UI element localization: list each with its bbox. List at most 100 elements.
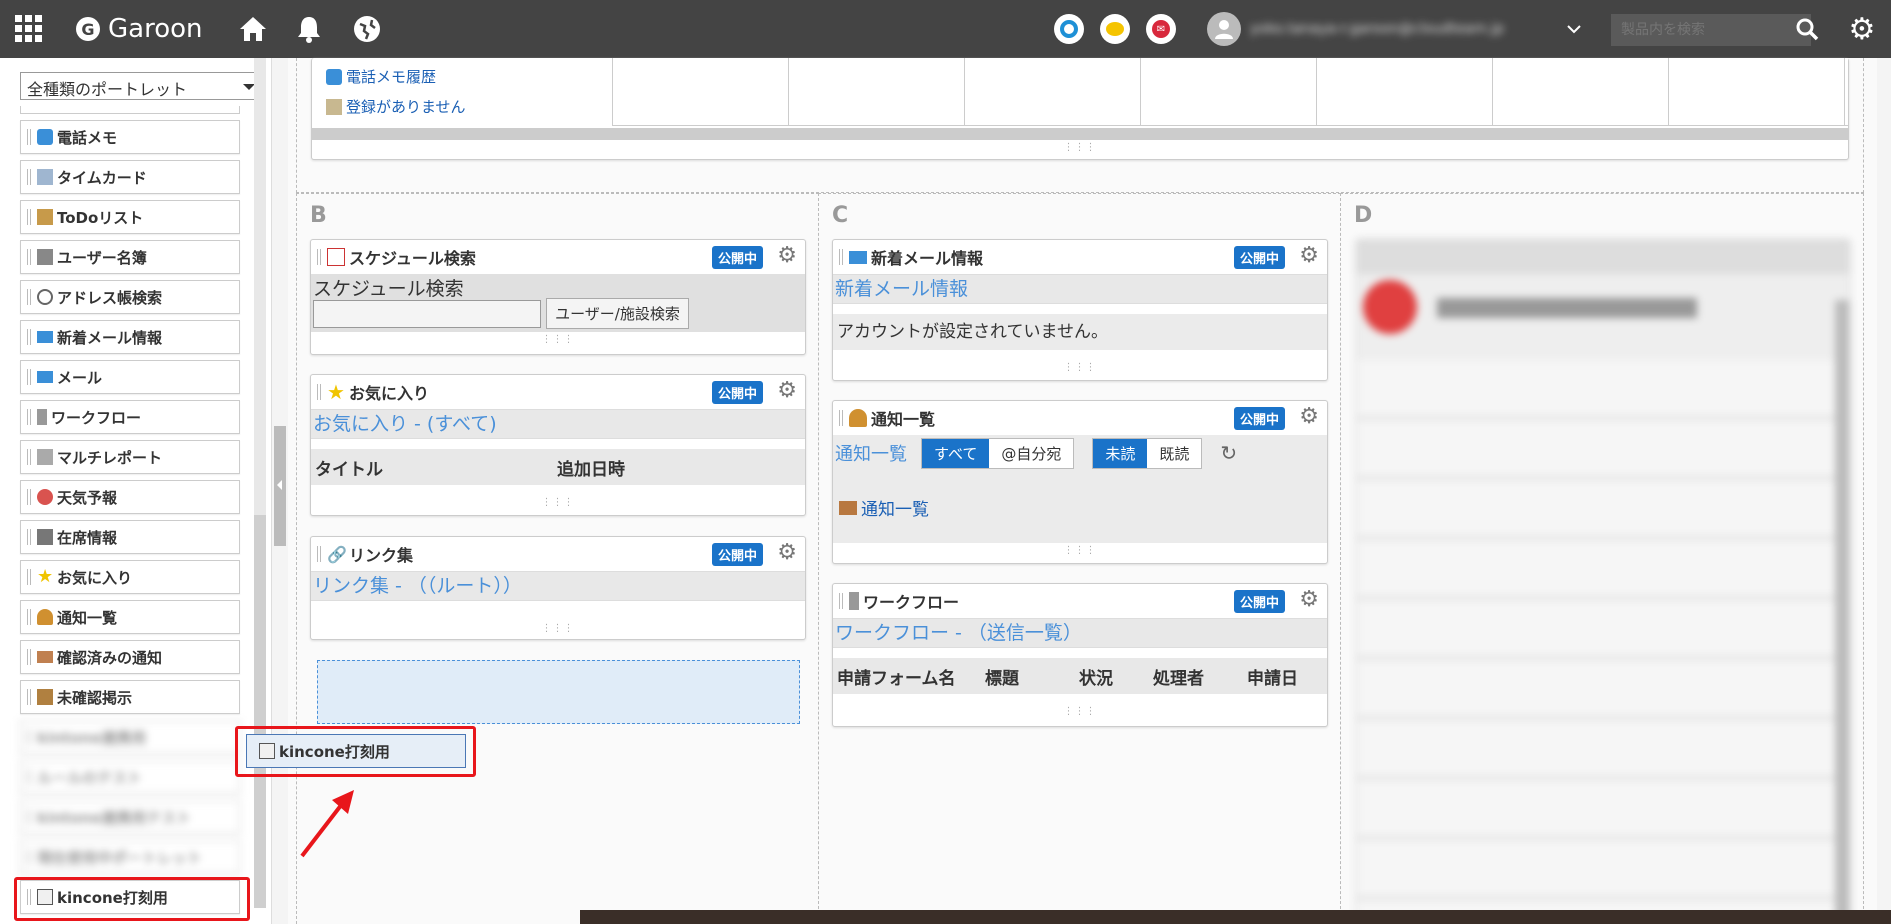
home-icon[interactable]	[236, 0, 270, 58]
schedule-search-input[interactable]	[313, 299, 541, 328]
horizontal-scrollbar[interactable]	[312, 128, 1848, 140]
drag-handle-icon[interactable]	[27, 289, 31, 305]
portlet-schedule-search: スケジュール検索 公開中 ⚙ スケジュール検索 ユーザー/施設検索 ⋮⋮⋮	[310, 239, 806, 355]
refresh-icon[interactable]: ↻	[1220, 441, 1237, 465]
apps-globe-icon[interactable]	[350, 0, 384, 58]
resize-handle[interactable]: ⋮⋮⋮	[312, 140, 1848, 156]
sidebar-item-notifications[interactable]: 通知一覧	[20, 600, 240, 634]
gear-icon[interactable]: ⚙	[777, 244, 797, 268]
portlet-header[interactable]: 🔗 リンク集 公開中 ⚙	[311, 537, 805, 571]
column-header: 標題	[985, 668, 1019, 689]
drag-handle-icon[interactable]	[27, 649, 31, 665]
gear-icon[interactable]: ⚙	[1299, 405, 1319, 429]
bell-icon[interactable]	[292, 0, 326, 58]
drag-handle-icon[interactable]	[27, 569, 31, 585]
sidebar-item-todo[interactable]: ToDoリスト	[20, 200, 240, 234]
resize-handle[interactable]: ⋮⋮⋮	[311, 332, 805, 348]
mail-icon[interactable]: ✉	[1145, 0, 1177, 58]
sidebar-item-label: お気に入り	[57, 568, 133, 587]
drag-handle-icon[interactable]	[27, 209, 31, 225]
avatar[interactable]	[1206, 0, 1242, 58]
drag-handle-icon[interactable]	[27, 489, 31, 505]
sidebar-item-label: ルールのテスト	[37, 768, 143, 787]
chat-bubble-icon[interactable]	[1099, 0, 1131, 58]
search-icon[interactable]	[1794, 0, 1820, 58]
drag-handle-icon[interactable]	[27, 609, 31, 625]
drag-handle-icon	[27, 809, 31, 825]
gear-icon[interactable]: ⚙	[1844, 0, 1880, 58]
resize-handle[interactable]: ⋮⋮⋮	[311, 495, 805, 511]
drag-handle-icon[interactable]	[27, 369, 31, 385]
gear-icon[interactable]: ⚙	[1299, 244, 1319, 268]
portlet-type-select[interactable]: 全種類のポートレット	[20, 72, 264, 100]
drag-handle-icon[interactable]	[317, 546, 321, 562]
search-input[interactable]	[1611, 14, 1811, 46]
sidebar-item-weather[interactable]: 天気予報	[20, 480, 240, 514]
drag-handle-icon[interactable]	[27, 689, 31, 705]
filter-mine-button[interactable]: @自分宛	[989, 438, 1074, 468]
blurred-table	[1357, 360, 1849, 920]
phone-memo-history-link[interactable]: 電話メモ履歴	[326, 66, 436, 87]
notifications-link[interactable]: 通知一覧	[839, 495, 929, 520]
app-menu-icon[interactable]	[14, 0, 44, 58]
sidebar-item-mail[interactable]: メール	[20, 360, 240, 394]
drag-handle-icon[interactable]	[27, 129, 31, 145]
resize-handle[interactable]: ⋮⋮⋮	[833, 360, 1327, 376]
filter-unread-button[interactable]: 未読	[1093, 438, 1148, 468]
sidebar-item-workflow[interactable]: ワークフロー	[20, 400, 240, 434]
sidebar-item-confirmed-notifications[interactable]: 確認済みの通知	[20, 640, 240, 674]
subtitle[interactable]: 新着メール情報	[833, 274, 1327, 304]
sidebar-item-blurred[interactable]: ルールのテスト	[20, 760, 240, 794]
sidebar-item-multireport[interactable]: マルチレポート	[20, 440, 240, 474]
sidebar-item-phone-memo[interactable]: 電話メモ	[20, 120, 240, 154]
user-email[interactable]: yoko.tanaya-r.garoon@cloudteam.jp	[1250, 0, 1550, 58]
portlet-header[interactable]: ★ お気に入り 公開中 ⚙	[311, 375, 805, 409]
drag-handle-icon[interactable]	[317, 249, 321, 265]
sidebar-item-presence[interactable]: 在席情報	[20, 520, 240, 554]
drag-handle-icon[interactable]	[27, 529, 31, 545]
scrollbar[interactable]	[1835, 300, 1849, 920]
drag-handle-icon[interactable]	[27, 409, 31, 425]
drag-handle-icon[interactable]	[27, 449, 31, 465]
gear-icon[interactable]: ⚙	[1299, 588, 1319, 612]
sidebar-item-blurred[interactable]: kintone連携用テスト	[20, 800, 240, 834]
sidebar-item-blurred[interactable]: kintone連携用	[20, 720, 240, 754]
sidebar-item-new-mail[interactable]: 新着メール情報	[20, 320, 240, 354]
portlet-header[interactable]: 新着メール情報 公開中 ⚙	[833, 240, 1327, 274]
subtitle[interactable]: リンク集 - （（ルート））	[311, 571, 805, 601]
gear-icon[interactable]: ⚙	[777, 379, 797, 403]
sidebar-item-unread-bulletin[interactable]: 未確認掲示	[20, 680, 240, 714]
drag-handle-icon[interactable]	[839, 593, 843, 609]
no-entries-link[interactable]: 登録がありません	[326, 96, 466, 117]
sidebar-item-favorites[interactable]: ★ お気に入り	[20, 560, 240, 594]
portlet-header[interactable]: ワークフロー 公開中 ⚙	[833, 584, 1327, 618]
drag-handle-icon[interactable]	[27, 169, 31, 185]
resize-handle[interactable]: ⋮⋮⋮	[311, 621, 805, 637]
resize-handle[interactable]: ⋮⋮⋮	[833, 543, 1327, 559]
sidebar-collapse-handle[interactable]	[274, 426, 286, 546]
cybozu-ring-icon[interactable]	[1053, 0, 1085, 58]
sidebar-item-address-book[interactable]: アドレス帳検索	[20, 280, 240, 314]
sidebar-item-blurred[interactable]: 現在使用中ポートレット	[20, 840, 240, 874]
resize-handle[interactable]: ⋮⋮⋮	[833, 704, 1327, 720]
subtitle: スケジュール検索	[313, 278, 464, 300]
portlet-header[interactable]: スケジュール検索 公開中 ⚙	[311, 240, 805, 274]
portlet-header[interactable]: 通知一覧 公開中 ⚙	[833, 401, 1327, 435]
user-facility-search-button[interactable]: ユーザー/施設検索	[546, 298, 689, 329]
garoon-logo[interactable]: G Garoon	[76, 0, 203, 58]
drag-handle-icon[interactable]	[317, 384, 321, 400]
subtitle[interactable]: お気に入り - (すべて)	[311, 409, 805, 439]
chevron-down-icon[interactable]	[1564, 0, 1584, 58]
sidebar-scrollbar-thumb[interactable]	[254, 515, 266, 908]
gear-icon[interactable]: ⚙	[777, 541, 797, 565]
drag-handle-icon[interactable]	[27, 249, 31, 265]
drag-handle-icon[interactable]	[839, 410, 843, 426]
sidebar-item-user-directory[interactable]: ユーザー名簿	[20, 240, 240, 274]
drag-handle-icon[interactable]	[839, 249, 843, 265]
filter-read-button[interactable]: 既読	[1147, 438, 1202, 468]
filter-all-button[interactable]: すべて	[922, 438, 990, 468]
drag-handle-icon[interactable]	[27, 329, 31, 345]
subtitle[interactable]: 通知一覧	[835, 440, 907, 466]
sidebar-item-timecard[interactable]: タイムカード	[20, 160, 240, 194]
subtitle[interactable]: ワークフロー - （送信一覧）	[833, 618, 1327, 648]
